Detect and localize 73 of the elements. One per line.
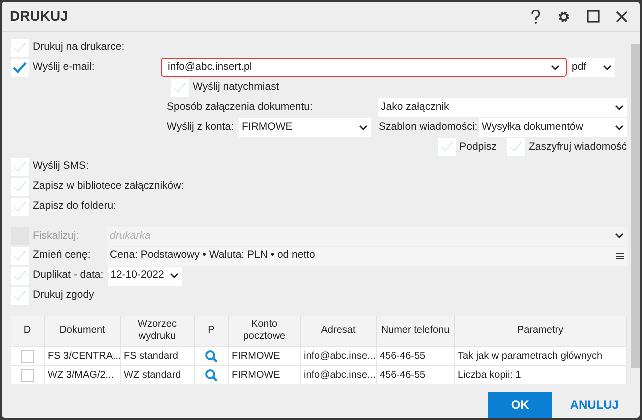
option-label: Zapisz do folderu: (33, 199, 116, 214)
window-title: DRUKUJ (10, 7, 70, 26)
option-label: Zmień cenę: (33, 248, 92, 264)
attachment-select[interactable]: Jako załącznik (378, 98, 627, 118)
caret-icon (615, 124, 624, 130)
field-label: Sposób załączenia dokumentu: (167, 100, 314, 115)
checkbox[interactable] (11, 38, 29, 57)
caret-icon (359, 124, 368, 130)
option-label: Wyślij e-mail: (33, 60, 95, 75)
field-label: Wyślij z konta: (167, 120, 236, 135)
option-label: Drukuj zgody (33, 288, 94, 304)
close-icon[interactable] (616, 10, 628, 22)
template-select[interactable]: Wysyłka dokumentów (479, 118, 627, 137)
settings-icon[interactable] (557, 10, 571, 24)
help-icon[interactable] (531, 10, 541, 24)
option-label: Zaszyfruj wiadomość (528, 140, 627, 155)
table-cell-text: FS 3/CENTRA... (48, 350, 122, 364)
table-cell-text: Tak jak w parametrach głównych (458, 350, 603, 364)
option-label: Fiskalizuj: (33, 228, 80, 244)
checkbox[interactable] (11, 247, 29, 266)
column-header: Parametry (455, 316, 627, 346)
checkbox[interactable] (11, 198, 29, 216)
row-checkbox[interactable] (21, 350, 34, 363)
option-label: Wyślij SMS: (33, 159, 89, 174)
field-label: Szablon wiadomości: (379, 120, 479, 135)
column-header: P (195, 316, 229, 346)
caret-icon (615, 104, 624, 111)
date-select[interactable]: 12-10-2022 (108, 266, 182, 286)
table-cell-text: Liczba kopii: 1 (458, 368, 522, 383)
caret-icon (170, 273, 179, 280)
caret-icon (603, 64, 612, 71)
column-header: Adresat (301, 316, 377, 346)
checkbox[interactable] (11, 58, 29, 77)
column-header: Wzorzec wydruku (121, 316, 195, 346)
checkbox[interactable] (506, 138, 525, 156)
search-icon[interactable] (205, 350, 218, 363)
caret-icon (615, 233, 624, 240)
checkbox[interactable] (11, 287, 29, 306)
checkbox[interactable] (438, 138, 456, 156)
table-cell-text: FIRMOWE (232, 368, 280, 383)
column-header: D (11, 316, 45, 346)
option-label: Duplikat - data: (33, 268, 104, 284)
email-field[interactable]: info@abc.insert.pl (161, 58, 567, 78)
menu-icon[interactable] (616, 252, 624, 260)
search-icon[interactable] (205, 368, 218, 382)
row-checkbox[interactable] (21, 368, 34, 382)
table-cell-text: 456-46-55 (380, 350, 426, 364)
scrollbar[interactable] (631, 44, 640, 368)
option-label: Drukuj na drukarce: (33, 40, 125, 56)
table-cell-text: WZ 3/MAG/2... (48, 368, 114, 383)
column-header: Dokument (45, 316, 121, 346)
table-cell-text: FIRMOWE (232, 350, 280, 364)
checkbox[interactable] (11, 267, 29, 286)
table-cell-text: WZ standard (124, 368, 182, 383)
column-header: Numer telefonu (377, 316, 455, 346)
checkbox[interactable] (11, 178, 29, 196)
cancel-button[interactable]: ANULUJ (566, 392, 623, 418)
option-label: Zapisz w bibliotece załączników: (33, 179, 184, 194)
caret-icon (551, 64, 560, 71)
format-select[interactable]: pdf (569, 58, 615, 78)
table-cell-text: 456-46-55 (380, 368, 426, 383)
column-header: Konto pocztowe (229, 316, 301, 346)
maximize-icon[interactable] (587, 10, 600, 23)
table-cell-text: FS standard (124, 350, 178, 364)
checkbox[interactable] (171, 78, 189, 97)
option-label: Podpisz (460, 140, 497, 155)
table-cell-text: info@abc.inse... (304, 368, 376, 383)
ok-button[interactable]: OK (488, 392, 552, 418)
table-cell-text: info@abc.inse... (304, 350, 376, 364)
option-label: Wyślij natychmiast (193, 80, 280, 95)
price-field[interactable]: Cena: Podstawowy • Waluta: PLN • od netto (107, 246, 627, 266)
checkbox[interactable] (11, 158, 29, 176)
account-select[interactable]: FIRMOWE (239, 118, 371, 137)
